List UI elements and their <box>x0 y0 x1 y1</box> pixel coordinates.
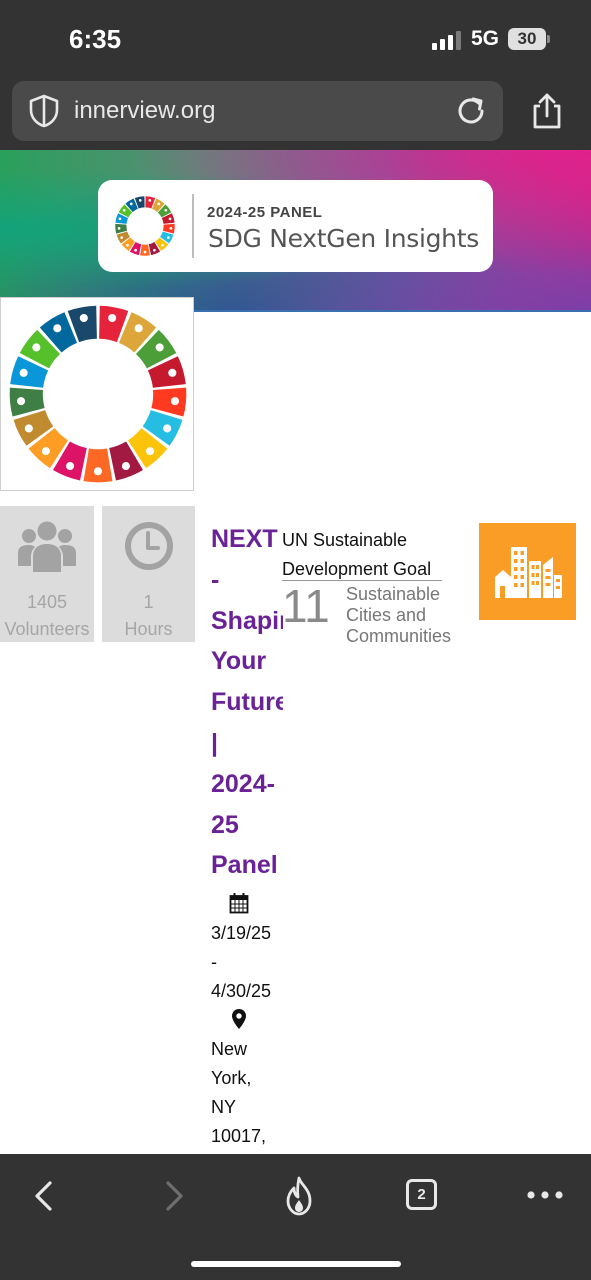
event-location-line: NY <box>211 1097 237 1117</box>
sdg-wheel-figure <box>155 343 164 352</box>
event-title-line[interactable]: NEXT <box>211 519 283 560</box>
reload-icon[interactable] <box>454 94 488 128</box>
event-title-line[interactable]: Shaping <box>211 601 283 642</box>
sdg-wheel-figure <box>41 447 50 456</box>
volunteers-value: 1405 <box>26 592 68 612</box>
sdg-wheel-figure <box>93 467 103 476</box>
sdg-wheel-figure <box>146 447 155 456</box>
event-title-line[interactable]: Your <box>211 641 283 682</box>
share-icon[interactable] <box>530 92 564 130</box>
goal-badge <box>479 523 576 620</box>
event-date-separator: - <box>211 952 217 972</box>
sdg-wheel-figure <box>166 236 170 239</box>
sdg-wheel-figure <box>129 202 133 206</box>
address-bar[interactable]: innerview.org <box>12 81 503 141</box>
city-buildings-icon <box>495 547 562 598</box>
sdg-logo <box>0 297 194 491</box>
event-title-line[interactable]: 25 <box>211 805 283 846</box>
event-title-line[interactable]: Panel <box>211 845 283 886</box>
sdg-wheel-figure <box>153 248 156 252</box>
sdg-wheel-figure <box>53 324 62 333</box>
sdg-wheel-figure <box>134 324 143 333</box>
sdg-wheel-figure <box>161 243 164 247</box>
calendar-icon <box>229 893 249 914</box>
event-title-line[interactable]: Future <box>211 682 283 723</box>
url-text[interactable]: innerview.org <box>74 97 215 125</box>
volunteers-label: Volunteers <box>4 619 90 639</box>
chevron-left-icon[interactable] <box>26 1178 62 1214</box>
hero-banner: 2024-25 PANEL SDG NextGen Insights <box>0 150 591 312</box>
signal-bars-icon <box>432 31 461 50</box>
sdg-wheel-figure <box>120 236 124 239</box>
sdg-wheel-icon <box>115 196 175 256</box>
browser-top-bar: innerview.org <box>0 80 591 150</box>
sdg-wheel-figure <box>19 368 28 377</box>
tabs-button[interactable]: 2 <box>406 1179 437 1210</box>
banner-panel-label: 2024-25 PANEL <box>207 204 323 221</box>
event-title[interactable]: NEXT - Shaping Your Future | 2024- 25 Pa… <box>211 519 283 886</box>
event-title-line[interactable]: - <box>211 560 283 601</box>
banner-title: SDG NextGen Insights <box>208 224 479 253</box>
sdg-wheel-figure <box>163 424 172 433</box>
sdg-wheel-figure <box>148 199 152 202</box>
goal-heading: UN Sustainable Development Goal <box>282 530 432 579</box>
sdg-wheel-logo-icon <box>9 305 187 483</box>
people-icon <box>18 521 76 572</box>
sdg-wheel-figure <box>126 243 129 247</box>
map-pin-icon <box>232 1009 246 1029</box>
sdg-wheel-figure <box>32 343 41 352</box>
sdg-wheel-segment <box>83 448 113 483</box>
sdg-wheel-figure <box>164 208 168 212</box>
sdg-wheel-figure <box>138 199 142 202</box>
shield-icon[interactable] <box>28 94 60 128</box>
event-location-line: 10017, <box>211 1126 267 1146</box>
sdg-wheel-figure <box>169 227 173 230</box>
sdg-wheel-figure <box>66 462 75 471</box>
banner-divider <box>192 194 194 258</box>
event-title-line[interactable]: | <box>211 723 283 764</box>
hours-value: 1 <box>143 592 154 612</box>
sdg-wheel-figure <box>24 424 33 433</box>
sdg-wheel-figure <box>157 202 161 206</box>
sdg-wheel-figure <box>134 248 137 252</box>
fire-icon[interactable] <box>281 1176 317 1216</box>
event-title-line[interactable]: 2024- <box>211 764 283 805</box>
status-time: 6:35 <box>69 24 122 54</box>
banner-card: 2024-25 PANEL SDG NextGen Insights <box>98 180 493 272</box>
sdg-wheel-figure <box>117 227 121 230</box>
event-location-line: New <box>211 1039 248 1059</box>
sdg-wheel-figure <box>108 313 117 323</box>
sdg-wheel-figure <box>168 217 172 221</box>
clock-icon <box>124 522 173 570</box>
battery-level: 30 <box>517 29 537 48</box>
status-bar: 6:35 5G 30 <box>0 0 591 80</box>
sdg-wheel-figure <box>79 313 88 323</box>
event-location-line: York, <box>211 1068 252 1088</box>
sdg-wheel-figure <box>143 250 147 254</box>
goal-name: Sustainable Cities and Communities <box>346 584 452 646</box>
sdg-wheel-figure <box>118 217 122 221</box>
sdg-wheel-figure <box>17 397 26 406</box>
sdg-wheel-figure <box>170 397 179 406</box>
sdg-wheel-segment <box>140 244 150 256</box>
chevron-right-icon[interactable] <box>156 1178 192 1214</box>
battery-icon: 30 <box>508 28 550 50</box>
volunteers-stat: 1405 Volunteers <box>0 506 94 642</box>
sdg-wheel-figure <box>122 208 126 212</box>
home-indicator[interactable] <box>191 1261 401 1267</box>
sdg-wheel-figure <box>168 368 177 377</box>
hours-label: Hours <box>124 619 173 639</box>
more-dots-icon[interactable] <box>526 1190 564 1200</box>
bottom-toolbar: 2 <box>0 1154 591 1280</box>
hours-stat: 1 Hours <box>102 506 195 642</box>
network-label: 5G <box>471 27 500 50</box>
sdg-wheel-figure <box>121 462 130 471</box>
goal-number: 11 <box>282 580 330 632</box>
event-date-end: 4/30/25 <box>211 981 272 1001</box>
event-date-start: 3/19/25 <box>211 923 272 943</box>
